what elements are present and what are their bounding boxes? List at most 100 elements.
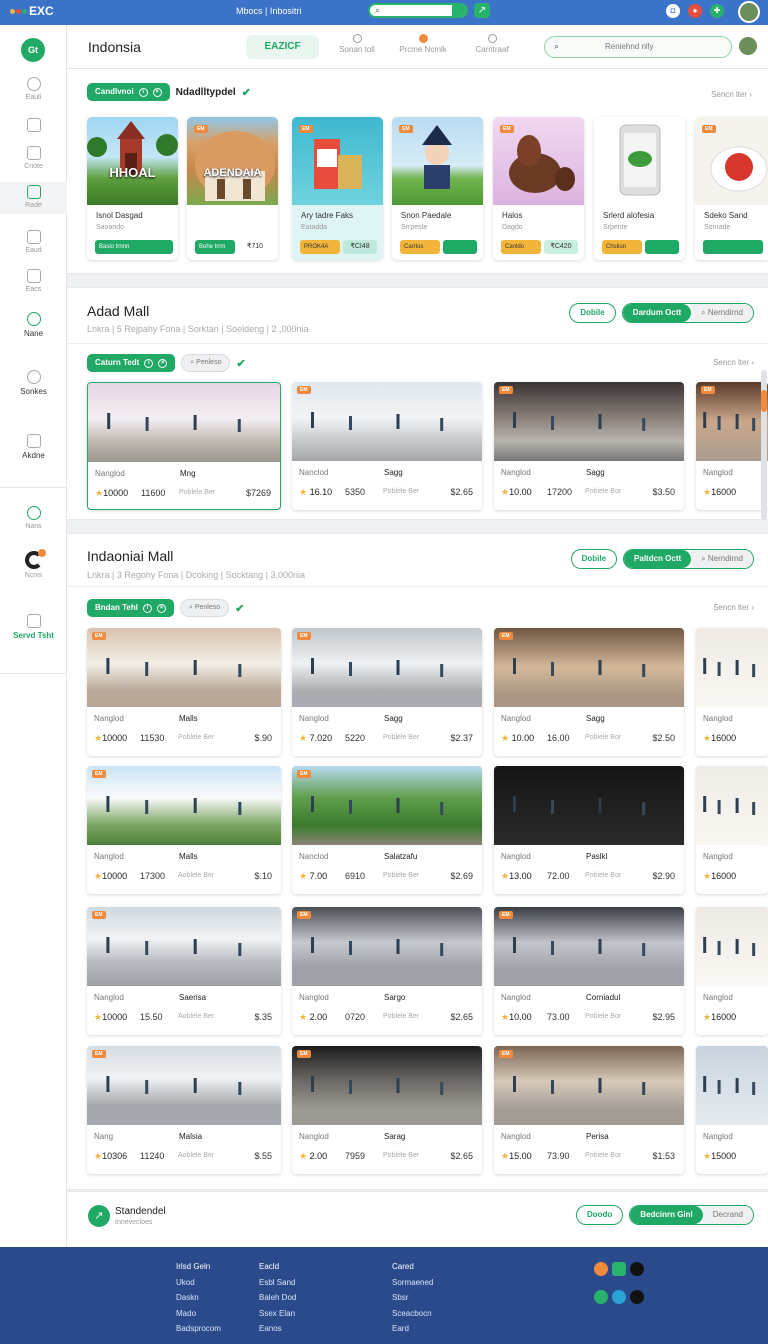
footer-link[interactable]: Ssex Elan	[259, 1306, 296, 1322]
product-button[interactable]: Canldo	[501, 240, 541, 254]
product-card-3[interactable]: EM Ary tadre Faks Eatadda PROK4A ₹CI48	[292, 117, 383, 260]
link-icon[interactable]	[594, 1290, 608, 1304]
footer-link[interactable]: Daskn	[176, 1290, 221, 1306]
tab-active[interactable]: EAZICF	[246, 35, 319, 59]
mall-card[interactable]: EM Nanglod Corniadul ★10.00 73.00 Pobiele Bor…	[494, 907, 684, 1035]
arrow-icon[interactable]: ↗	[474, 3, 490, 18]
footer-link[interactable]: Sormaened	[392, 1275, 433, 1291]
user-avatar[interactable]	[738, 1, 760, 23]
product-button[interactable]: Chsliun	[602, 240, 642, 254]
category-chip[interactable]: Caturn Tedt i ×	[87, 354, 176, 372]
footer-link[interactable]: Eanos	[259, 1321, 296, 1337]
tiktok-icon[interactable]	[630, 1290, 644, 1304]
scrollbar[interactable]	[761, 370, 767, 520]
footer-link[interactable]: Sceacbocn	[392, 1306, 433, 1322]
sidebar-item-11[interactable]: Ncnis	[0, 549, 67, 579]
product-card-2[interactable]: EM ADENDAIA Bohe trrm ₹710	[187, 117, 278, 260]
mall-card[interactable]: Nanglod ★16000	[696, 766, 768, 894]
mall-card[interactable]: EM Nanglod Sagg ★10.00 17200 Pobiele Bor $3.50	[494, 382, 684, 510]
footer-link[interactable]: Mado	[176, 1306, 221, 1322]
tab-3[interactable]: Carntraaf	[464, 34, 520, 54]
see-more-link[interactable]: Sencn lter ›	[713, 603, 754, 612]
sidebar-item-4[interactable]: Rade	[0, 182, 67, 214]
toggle-off[interactable]: Decrand	[702, 1206, 753, 1224]
close-icon[interactable]: ×	[152, 87, 162, 97]
scrollbar-thumb[interactable]	[761, 390, 767, 412]
app-icon[interactable]	[594, 1262, 608, 1276]
chip-search[interactable]: ⌕ Penleso	[179, 599, 230, 617]
mall-card[interactable]: EM Nanglod Sagg ★ 10.00 16.00 Pobiele Bor $2.5…	[494, 628, 684, 756]
mall-card[interactable]: EM Nang Malsia ★10306 11240 Aoblele Ber $.55	[87, 1046, 281, 1174]
toggle-outline-button[interactable]: Dobile	[570, 549, 618, 569]
sidebar-item-7[interactable]: Nane	[0, 312, 67, 338]
sidebar-item-8[interactable]: Sonkes	[0, 370, 67, 396]
mall-card[interactable]: Nanglod ★16000	[696, 628, 768, 756]
product-button[interactable]: Bohe trrm	[195, 240, 235, 254]
footer-link[interactable]: Irlsd Geln	[176, 1259, 221, 1275]
toggle-on[interactable]: Paltdcn Octt	[624, 550, 692, 568]
product-action[interactable]	[645, 240, 679, 254]
toggle-on[interactable]: Bedcinrn Ginl	[630, 1206, 703, 1224]
product-card-1[interactable]: HHOAL Isnol Dasgad Saoando Baslo trnnn	[87, 117, 178, 260]
sidebar-item-12[interactable]: Servd Tsht	[0, 614, 67, 640]
chip-search[interactable]: ⌕ Penleso	[181, 354, 231, 372]
footer-link[interactable]: Badsprocom	[176, 1321, 221, 1337]
mall-card[interactable]: Nanglod Paslkl ★13.00 72.00 Pobiele Bor $2.90	[494, 766, 684, 894]
header-search-input[interactable]: ⌕ Reniehnd nlly	[544, 36, 732, 58]
mall-card[interactable]: EM Nanclod Salatzafu ★ 7.00 6910 Pobiele Ber $…	[292, 766, 482, 894]
product-action[interactable]	[443, 240, 477, 254]
sidebar-logo[interactable]: Gt	[21, 38, 45, 62]
sidebar-item-2[interactable]	[0, 118, 67, 135]
mall-card[interactable]: EM Nanglod Saerisa ★10000 15.50 Aoblele Ber $.…	[87, 907, 281, 1035]
mall-card[interactable]: EM Nanglod ★16000	[696, 382, 768, 510]
product-card-5[interactable]: EM Halos Dagdo Canldo ₹C420	[493, 117, 584, 260]
view-switch[interactable]: Dardum Octt ⌕ Nerndirnd	[621, 303, 754, 323]
toggle-outline-button[interactable]: Dobile	[569, 303, 616, 323]
close-icon[interactable]: ×	[158, 358, 168, 368]
product-button[interactable]: Baslo trnnn	[95, 240, 173, 254]
top-search-input[interactable]: ⌕	[368, 3, 468, 18]
sidebar-item-6[interactable]: Eacs	[0, 269, 67, 293]
product-card-4[interactable]: EM Snon Paedale Srrpeste Carrlos	[392, 117, 483, 260]
footer-link[interactable]: Esbl Sand	[259, 1275, 296, 1291]
footer-link[interactable]: Baleh Dod	[259, 1290, 296, 1306]
mall-card[interactable]: EM Nanglod Sarag ★ 2.00 7959 Poblele Ber $2.65	[292, 1046, 482, 1174]
twitter-icon[interactable]	[612, 1290, 626, 1304]
footer-link[interactable]: Eard	[392, 1321, 433, 1337]
tab-2[interactable]: Prcme Ncmlk	[395, 34, 451, 54]
mall-card[interactable]: EM Nanglod Sagg ★ 7.020 5220 Poblele Ber $2.37	[292, 628, 482, 756]
mall-card[interactable]: EM Nanglod Sargo ★ 2.00 0720 Poblele Ber $2.65	[292, 907, 482, 1035]
search-submit[interactable]	[452, 5, 466, 16]
bag-icon[interactable]: ◘	[666, 4, 680, 18]
mall-card[interactable]: Nanglod ★16000	[696, 907, 768, 1035]
footer-link[interactable]: Cared	[392, 1259, 433, 1275]
footer-link[interactable]: Ukod	[176, 1275, 221, 1291]
bottom-view-switch[interactable]: Bedcinrn Ginl Decrand	[629, 1205, 754, 1225]
footer-link[interactable]: Eacld	[259, 1259, 296, 1275]
toggle-off[interactable]: ⌕ Nerndirnd	[691, 304, 753, 322]
sidebar-item-3[interactable]: Cnote	[0, 146, 67, 170]
tab-1[interactable]: Sonan toll	[329, 34, 385, 54]
mall-card[interactable]: Nanglod Mng ★10000 11600 Poblele Ber $7269	[87, 382, 281, 510]
mall-card[interactable]: EM Nanglod Malls ★10000 17300 Aoblele Ber $.10	[87, 766, 281, 894]
footer-link[interactable]: Sbsr	[392, 1290, 433, 1306]
product-card-6[interactable]: Srlerd alofesia Srpente Chsliun	[594, 117, 685, 260]
product-card-7[interactable]: EM Sdeko Sand Sonrade	[695, 117, 768, 260]
sidebar-item-5[interactable]: Eaud	[0, 230, 67, 254]
view-switch[interactable]: Paltdcn Octt ⌕ Nerndirnd	[623, 549, 754, 569]
product-button[interactable]: Carrlos	[400, 240, 440, 254]
sidebar-item-10[interactable]: Nans	[0, 506, 67, 530]
close-icon[interactable]: ×	[156, 603, 166, 613]
product-button[interactable]	[703, 240, 763, 254]
leaf-icon[interactable]: ↗	[88, 1205, 110, 1227]
app-logo[interactable]: EXC	[10, 4, 54, 18]
gift-icon[interactable]: ✚	[710, 4, 724, 18]
header-avatar[interactable]	[739, 37, 757, 55]
store-icon[interactable]	[612, 1262, 626, 1276]
see-more-link[interactable]: Sencn lter ›	[711, 90, 752, 99]
sidebar-item-9[interactable]: Akdne	[0, 434, 67, 460]
category-chip[interactable]: Candlvnoi i ×	[87, 83, 170, 101]
mall-card[interactable]: EM Nanglod Malls ★10000 11530 Poblele Ber $.90	[87, 628, 281, 756]
see-more-link[interactable]: Sencn lter ›	[713, 358, 754, 367]
toggle-outline-button[interactable]: Doodo	[575, 1205, 624, 1225]
